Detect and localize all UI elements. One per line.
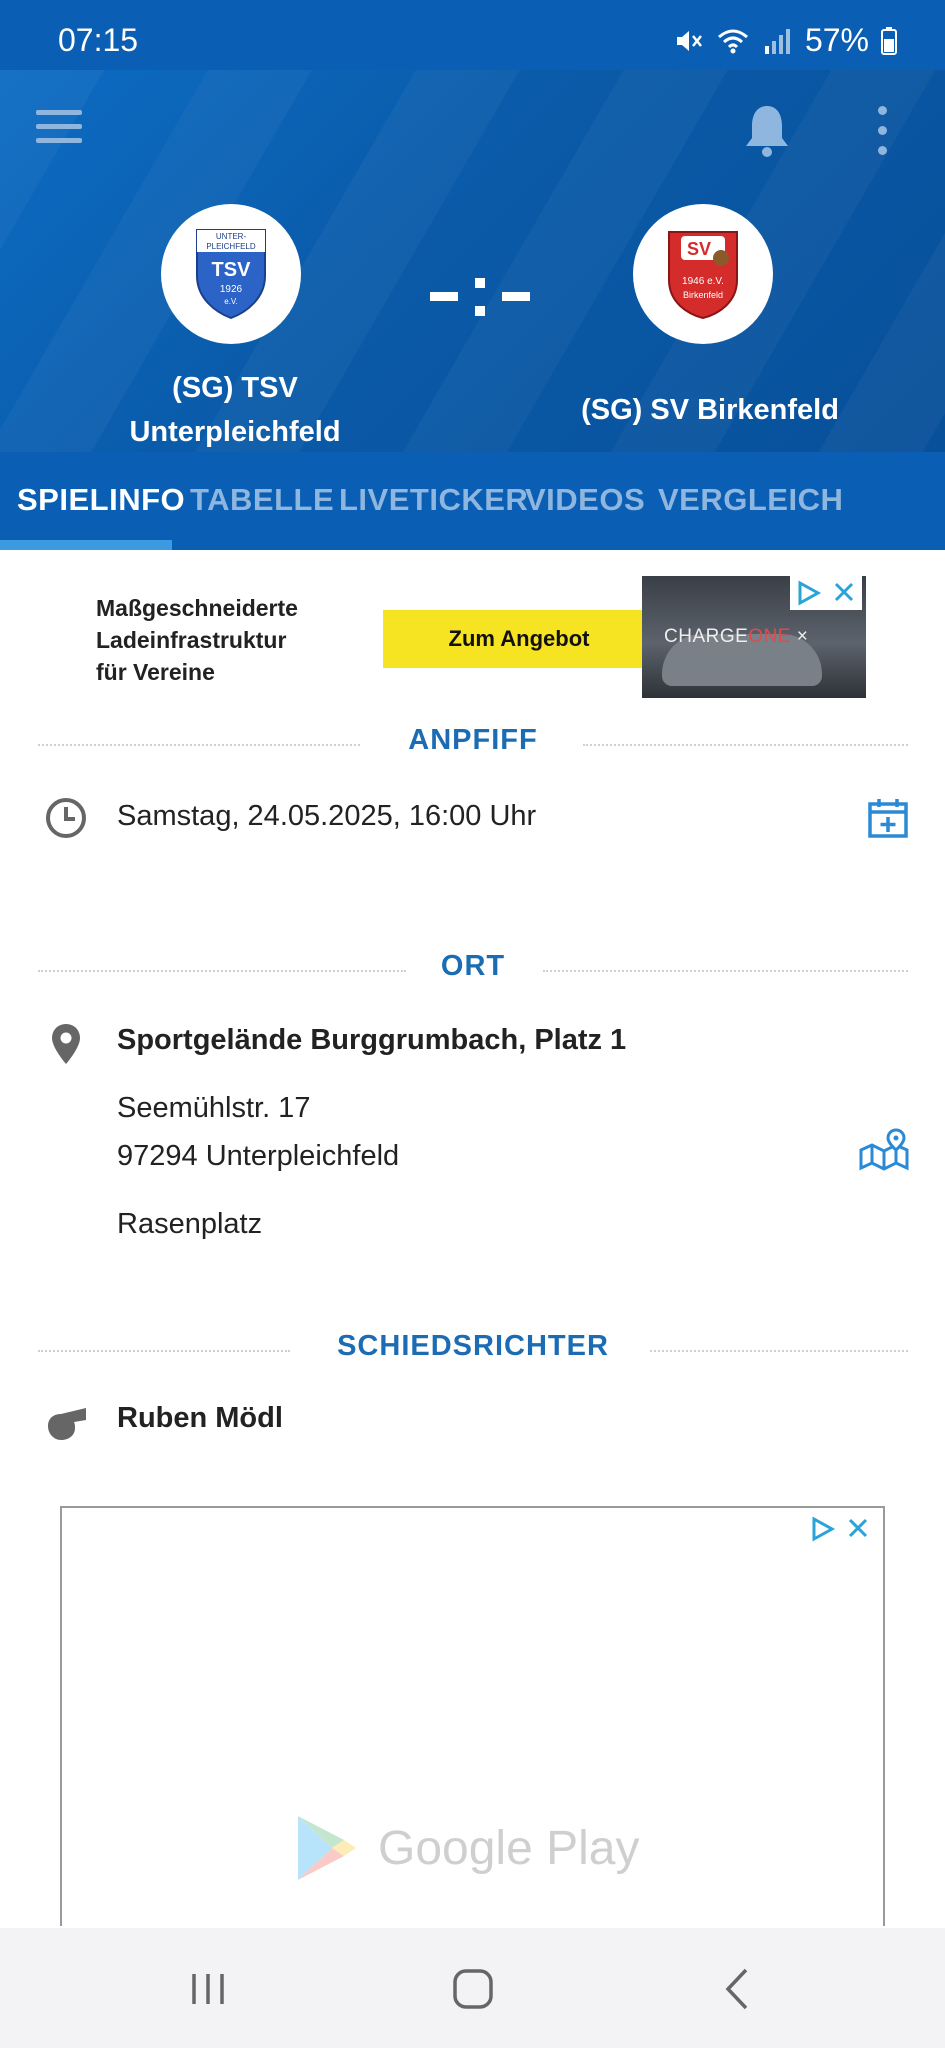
ad-close-icon[interactable]: [846, 1516, 870, 1540]
tab-liveticker[interactable]: LIVETICKER: [339, 482, 528, 518]
google-play-logo: Google Play: [292, 1812, 640, 1884]
home-team-logo[interactable]: UNTER- PLEICHFELD TSV 1926 e.V.: [161, 204, 301, 344]
ad-line1: Maßgeschneiderte: [96, 595, 298, 621]
ad-brand-b: ONE: [748, 626, 791, 647]
adchoices-icon[interactable]: [796, 580, 822, 606]
section-anpfiff: ANPFIFF: [38, 724, 908, 764]
calendar-add-icon[interactable]: [866, 796, 910, 840]
google-play-label: Google Play: [378, 1821, 640, 1875]
tsv-crest: UNTER- PLEICHFELD TSV 1926 e.V.: [196, 229, 266, 320]
mute-icon: [676, 30, 702, 51]
ad-brand-a: CHARGE: [664, 626, 749, 647]
score-placeholder: [430, 278, 530, 316]
ad-choices: [804, 1512, 876, 1546]
status-bar: 07:15 57%: [0, 0, 945, 70]
ad-line2: Ladeinfrastruktur: [96, 627, 287, 653]
crest-away-year: 1946 e.V.: [682, 276, 724, 287]
back-icon[interactable]: [708, 1964, 768, 2014]
ad-choices: [790, 576, 862, 610]
tab-indicator: [0, 540, 172, 550]
clock-icon: [46, 798, 86, 838]
match-header: UNTER- PLEICHFELD TSV 1926 e.V. (SG) TSV…: [0, 70, 945, 452]
tab-tabelle[interactable]: TABELLE: [190, 482, 334, 518]
home-team-name-line1: (SG) TSV: [172, 372, 298, 404]
away-team-logo[interactable]: SV 1946 e.V. Birkenfeld: [633, 204, 773, 344]
more-vertical-icon[interactable]: [872, 106, 892, 158]
away-team-name[interactable]: (SG) SV Birkenfeld: [570, 388, 850, 432]
section-title: ORT: [440, 950, 506, 982]
kickoff-datetime: Samstag, 24.05.2025, 16:00 Uhr: [117, 800, 537, 832]
section-title: ANPFIFF: [408, 724, 538, 756]
recent-apps-icon[interactable]: [178, 1964, 238, 2014]
hamburger-menu-icon[interactable]: [36, 110, 82, 150]
venue-street: Seemühlstr. 17: [117, 1092, 311, 1124]
tab-bar: SPIELINFO TABELLE LIVETICKER VIDEOS VERG…: [0, 452, 945, 550]
tab-videos[interactable]: VIDEOS: [525, 482, 645, 518]
home-team-name-line2: Unterpleichfeld: [129, 416, 341, 448]
whistle-icon: [48, 1408, 86, 1440]
tab-spielinfo[interactable]: SPIELINFO: [17, 482, 185, 518]
wifi-icon: [717, 29, 748, 53]
ad-copy: Maßgeschneiderte Ladeinfrastruktur für V…: [96, 592, 298, 688]
crest-away-main: SV: [687, 239, 711, 259]
map-icon[interactable]: [858, 1128, 910, 1172]
signal-icon: [764, 28, 790, 54]
adchoices-icon[interactable]: [810, 1516, 836, 1542]
ad-banner[interactable]: Maßgeschneiderte Ladeinfrastruktur für V…: [90, 576, 866, 698]
crest-text-main: TSV: [212, 259, 252, 281]
ad-line3: für Vereine: [96, 659, 215, 685]
system-nav-bar: [0, 1928, 945, 2048]
ad-brand: CHARGEONE ×: [664, 626, 808, 648]
crest-text-suffix: e.V.: [224, 297, 238, 306]
sv-crest: SV 1946 e.V. Birkenfeld: [668, 231, 738, 320]
crest-text-year: 1926: [220, 284, 243, 295]
venue-name: Sportgelände Burggrumbach, Platz 1: [117, 1024, 627, 1056]
crest-text-top2: PLEICHFELD: [206, 242, 256, 251]
crest-text-top: UNTER-: [216, 232, 247, 241]
google-play-icon: [298, 1816, 356, 1880]
battery-icon: [881, 26, 897, 55]
section-ort: ORT: [38, 950, 908, 990]
battery-percent: 57%: [804, 22, 869, 58]
bell-icon[interactable]: [742, 102, 792, 158]
ad-box[interactable]: Google Play: [60, 1506, 885, 1926]
ad-brand-x: ×: [796, 626, 809, 647]
referee-name[interactable]: Ruben Mödl: [117, 1402, 283, 1435]
status-icons: 57%: [673, 22, 897, 59]
venue-surface: Rasenplatz: [117, 1208, 263, 1240]
section-title: SCHIEDSRICHTER: [337, 1330, 609, 1362]
home-team-name[interactable]: (SG) TSV Unterpleichfeld: [110, 366, 360, 452]
crest-away-place: Birkenfeld: [683, 290, 723, 300]
venue-city: 97294 Unterpleichfeld: [117, 1140, 400, 1172]
location-pin-icon: [52, 1024, 80, 1064]
tab-vergleich[interactable]: VERGLEICH: [658, 482, 843, 518]
home-icon[interactable]: [443, 1964, 503, 2014]
ad-close-icon[interactable]: [832, 580, 856, 604]
status-time: 07:15: [58, 22, 139, 58]
section-schiedsrichter: SCHIEDSRICHTER: [38, 1330, 908, 1370]
ad-cta-button[interactable]: Zum Angebot: [383, 610, 655, 668]
